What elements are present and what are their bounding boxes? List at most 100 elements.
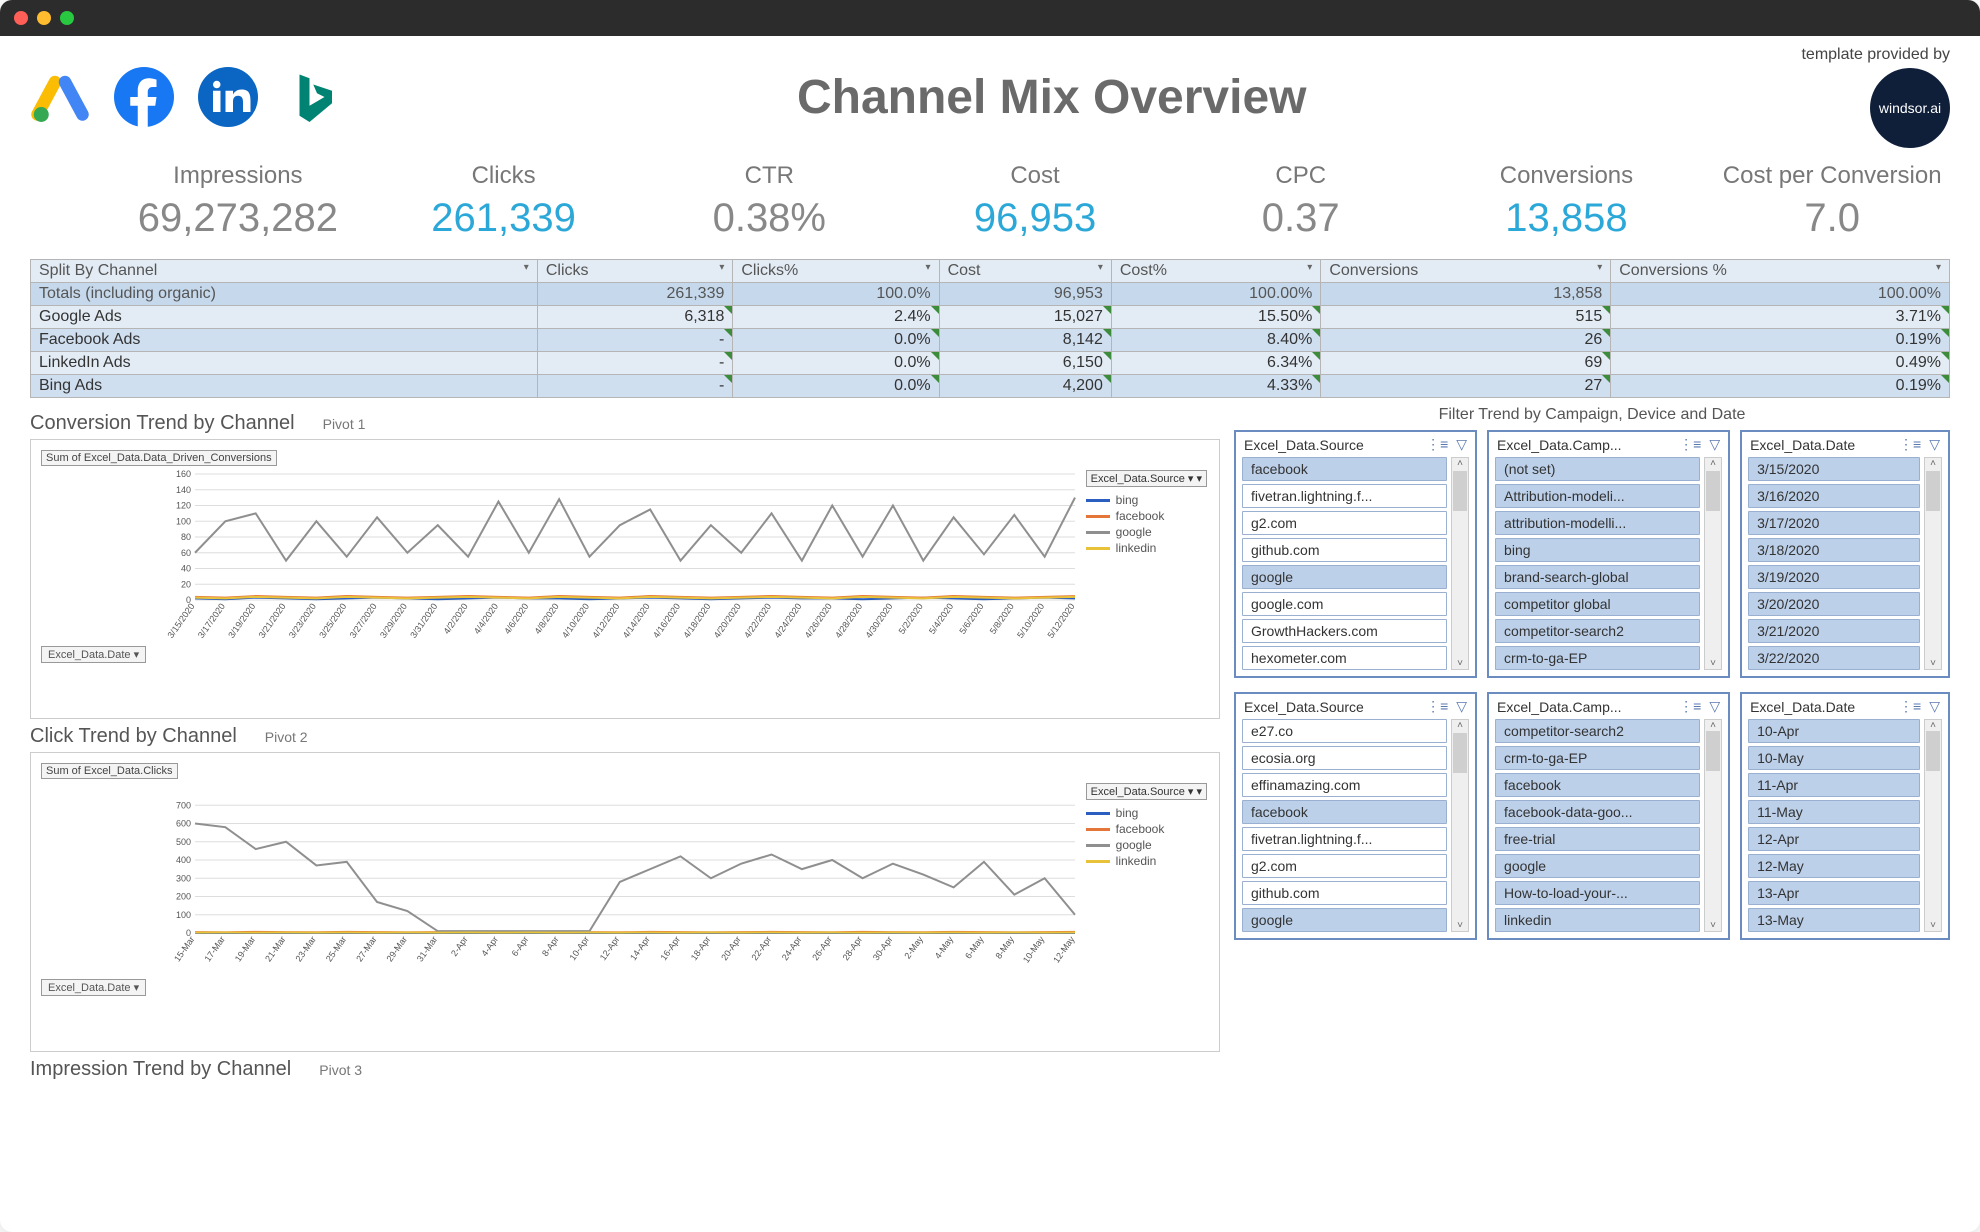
legend-item[interactable]: bing (1086, 493, 1207, 507)
slicer-item[interactable]: 3/15/2020 (1748, 457, 1920, 481)
slicer-item[interactable]: fivetran.lightning.f... (1242, 484, 1447, 508)
clear-filter-icon[interactable]: ▽ (1929, 436, 1940, 453)
slicer-item[interactable]: hexometer.com (1242, 646, 1447, 670)
slicer-item[interactable]: brand-search-global (1495, 565, 1700, 589)
slicer-item[interactable]: google.com (1242, 592, 1447, 616)
table-row[interactable]: LinkedIn Ads-0.0%6,1506.34%690.49% (31, 352, 1950, 375)
scroll-up-icon[interactable]: ˄ (1457, 458, 1463, 469)
clear-filter-icon[interactable]: ▽ (1709, 698, 1720, 715)
slicer-item[interactable]: e27.co (1242, 719, 1447, 743)
table-header[interactable]: Split By Channel▾ (31, 260, 538, 283)
window-minimize-button[interactable] (37, 11, 51, 25)
slicer-item[interactable]: fivetran.lightning.f... (1242, 827, 1447, 851)
slicer-item[interactable]: 3/17/2020 (1748, 511, 1920, 535)
multi-select-icon[interactable]: ⋮≡ (1679, 436, 1701, 453)
slicer-item[interactable]: 3/19/2020 (1748, 565, 1920, 589)
clear-filter-icon[interactable]: ▽ (1456, 436, 1467, 453)
slicer-item[interactable]: 13-Apr (1748, 881, 1920, 905)
slicer-item[interactable]: google (1242, 908, 1447, 932)
slicer-item[interactable]: Attribution-modeli... (1495, 484, 1700, 508)
scrollbar[interactable]: ˄˅ (1924, 457, 1942, 670)
legend-item[interactable]: linkedin (1086, 541, 1207, 555)
scroll-thumb[interactable] (1453, 471, 1467, 511)
slicer-item[interactable]: free-trial (1495, 827, 1700, 851)
table-header[interactable]: Conversions %▾ (1611, 260, 1950, 283)
slicer-item[interactable]: linkedin (1495, 908, 1700, 932)
slicer-item[interactable]: 11-May (1748, 800, 1920, 824)
scrollbar[interactable]: ˄˅ (1704, 719, 1722, 932)
legend-item[interactable]: google (1086, 838, 1207, 852)
slicer-item[interactable]: bing (1495, 538, 1700, 562)
slicer-item[interactable]: (not set) (1495, 457, 1700, 481)
legend-filter-button[interactable]: Excel_Data.Source ▾ ▾ (1086, 783, 1207, 800)
slicer-item[interactable]: 12-May (1748, 854, 1920, 878)
table-header[interactable]: Conversions▾ (1321, 260, 1611, 283)
multi-select-icon[interactable]: ⋮≡ (1899, 436, 1921, 453)
slicer-item[interactable]: 3/22/2020 (1748, 646, 1920, 670)
scrollbar[interactable]: ˄˅ (1451, 719, 1469, 932)
table-header[interactable]: Cost%▾ (1111, 260, 1320, 283)
slicer-item[interactable]: GrowthHackers.com (1242, 619, 1447, 643)
slicer-item[interactable]: effinamazing.com (1242, 773, 1447, 797)
conv-chart[interactable]: Sum of Excel_Data.Data_Driven_Conversion… (30, 439, 1220, 719)
clear-filter-icon[interactable]: ▽ (1456, 698, 1467, 715)
legend-item[interactable]: google (1086, 525, 1207, 539)
slicer-item[interactable]: crm-to-ga-EP (1495, 646, 1700, 670)
scrollbar[interactable]: ˄˅ (1704, 457, 1722, 670)
slicer-item[interactable]: 13-May (1748, 908, 1920, 932)
scroll-up-icon[interactable]: ˄ (1457, 720, 1463, 731)
multi-select-icon[interactable]: ⋮≡ (1899, 698, 1921, 715)
scroll-down-icon[interactable]: ˅ (1457, 920, 1463, 931)
window-close-button[interactable] (14, 11, 28, 25)
slicer-item[interactable]: github.com (1242, 538, 1447, 562)
window-maximize-button[interactable] (60, 11, 74, 25)
slicer-item[interactable]: 3/18/2020 (1748, 538, 1920, 562)
scroll-down-icon[interactable]: ˅ (1710, 658, 1716, 669)
scroll-thumb[interactable] (1926, 471, 1940, 511)
clear-filter-icon[interactable]: ▽ (1709, 436, 1720, 453)
legend-item[interactable]: bing (1086, 806, 1207, 820)
table-row[interactable]: Bing Ads-0.0%4,2004.33%270.19% (31, 375, 1950, 398)
table-row[interactable]: Facebook Ads-0.0%8,1428.40%260.19% (31, 329, 1950, 352)
slicer-item[interactable]: google (1495, 854, 1700, 878)
slicer-item[interactable]: 10-Apr (1748, 719, 1920, 743)
slicer-item[interactable]: 12-Apr (1748, 827, 1920, 851)
slicer-item[interactable]: facebook (1242, 457, 1447, 481)
table-row[interactable]: Google Ads6,3182.4%15,02715.50%5153.71% (31, 306, 1950, 329)
slicer-item[interactable]: competitor-search2 (1495, 719, 1700, 743)
clear-filter-icon[interactable]: ▽ (1929, 698, 1940, 715)
table-header[interactable]: Clicks▾ (537, 260, 733, 283)
slicer-item[interactable]: competitor global (1495, 592, 1700, 616)
slicer-item[interactable]: github.com (1242, 881, 1447, 905)
legend-filter-button[interactable]: Excel_Data.Source ▾ ▾ (1086, 470, 1207, 487)
scroll-down-icon[interactable]: ˅ (1930, 658, 1936, 669)
scroll-down-icon[interactable]: ˅ (1710, 920, 1716, 931)
scroll-down-icon[interactable]: ˅ (1457, 658, 1463, 669)
slicer-item[interactable]: competitor-search2 (1495, 619, 1700, 643)
slicer-item[interactable]: How-to-load-your-... (1495, 881, 1700, 905)
click-chart[interactable]: Sum of Excel_Data.Clicks 010020030040050… (30, 752, 1220, 1052)
legend-item[interactable]: linkedin (1086, 854, 1207, 868)
slicer-item[interactable]: 3/16/2020 (1748, 484, 1920, 508)
slicer-item[interactable]: 3/20/2020 (1748, 592, 1920, 616)
scroll-up-icon[interactable]: ˄ (1930, 720, 1936, 731)
slicer-item[interactable]: g2.com (1242, 511, 1447, 535)
scroll-thumb[interactable] (1926, 731, 1940, 771)
slicer-item[interactable]: 3/21/2020 (1748, 619, 1920, 643)
multi-select-icon[interactable]: ⋮≡ (1679, 698, 1701, 715)
scroll-up-icon[interactable]: ˄ (1930, 458, 1936, 469)
slicer-item[interactable]: facebook-data-goo... (1495, 800, 1700, 824)
slicer-item[interactable]: attribution-modelli... (1495, 511, 1700, 535)
table-header[interactable]: Clicks%▾ (733, 260, 939, 283)
slicer-item[interactable]: google (1242, 565, 1447, 589)
slicer-item[interactable]: 11-Apr (1748, 773, 1920, 797)
click-chart-date-filter[interactable]: Excel_Data.Date ▾ (41, 979, 146, 996)
scroll-up-icon[interactable]: ˄ (1710, 720, 1716, 731)
scrollbar[interactable]: ˄˅ (1924, 719, 1942, 932)
slicer-item[interactable]: facebook (1495, 773, 1700, 797)
slicer-item[interactable]: crm-to-ga-EP (1495, 746, 1700, 770)
scroll-thumb[interactable] (1706, 731, 1720, 771)
multi-select-icon[interactable]: ⋮≡ (1426, 436, 1448, 453)
legend-item[interactable]: facebook (1086, 822, 1207, 836)
scroll-thumb[interactable] (1453, 733, 1467, 773)
